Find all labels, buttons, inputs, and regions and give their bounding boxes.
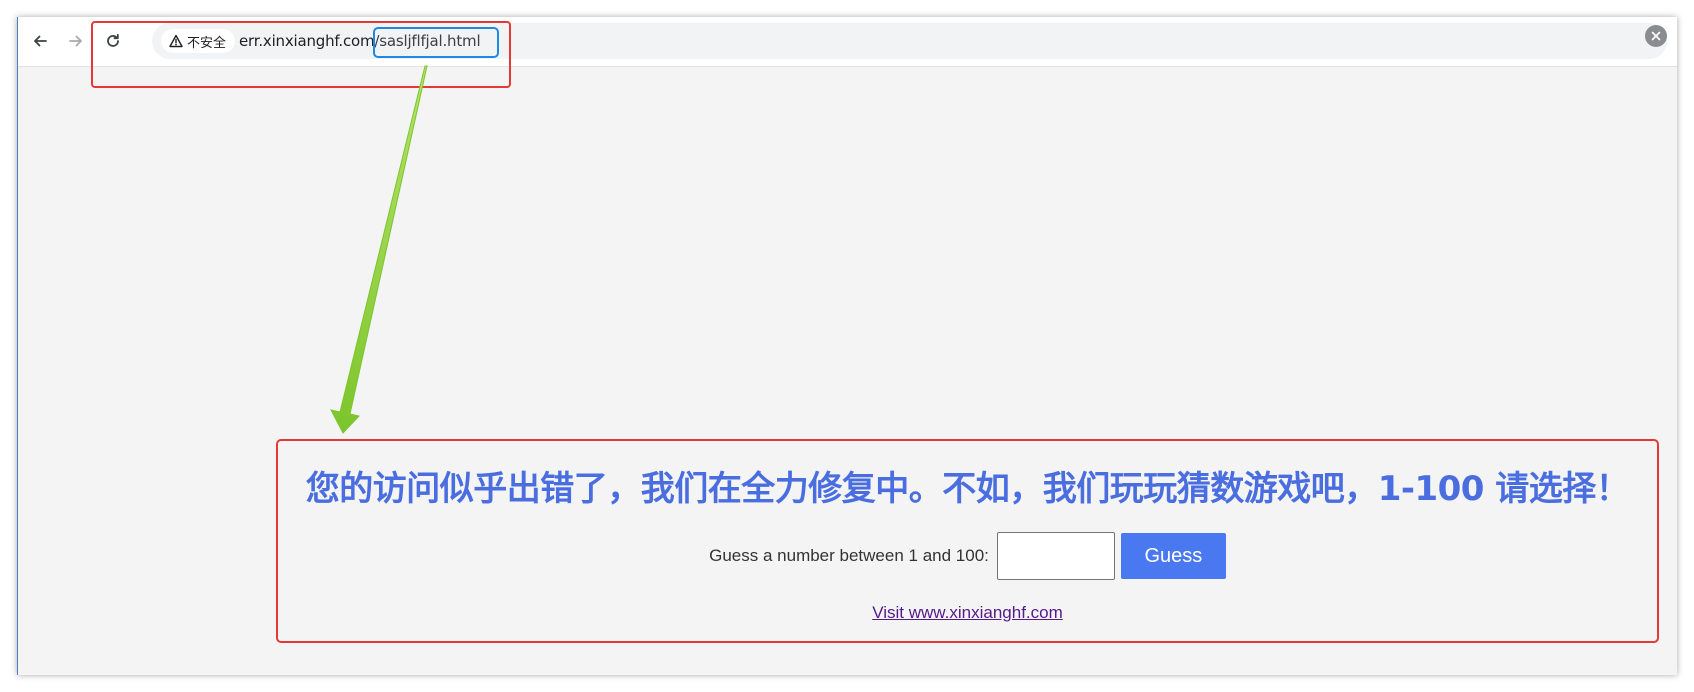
visit-site-link[interactable]: Visit www.xinxianghf.com (872, 603, 1063, 622)
address-bar[interactable]: 不安全 err.xinxianghf.com/sasljflfjal.html (152, 23, 1667, 59)
security-chip[interactable]: 不安全 (161, 29, 236, 53)
close-icon (1651, 31, 1661, 41)
reload-icon (107, 33, 119, 47)
url-text[interactable]: err.xinxianghf.com/sasljflfjal.html (239, 32, 481, 50)
arrow-right-icon (69, 35, 82, 47)
security-chip-label: 不安全 (187, 35, 227, 51)
forward-button[interactable] (62, 27, 90, 55)
browser-toolbar: 不安全 err.xinxianghf.com/sasljflfjal.html (18, 17, 1677, 67)
back-button[interactable] (26, 27, 54, 55)
arrow-left-icon (34, 35, 47, 47)
error-headline: 您的访问似乎出错了，我们在全力修复中。不如，我们玩玩猜数游戏吧，1-100 请选… (305, 469, 1630, 509)
guess-button[interactable]: Guess (1120, 533, 1226, 579)
visit-link-container: Visit www.xinxianghf.com (276, 603, 1659, 623)
guess-input[interactable] (996, 532, 1115, 580)
guess-label: Guess a number between 1 and 100: (709, 546, 989, 565)
clear-url-button[interactable] (1645, 25, 1667, 47)
url-host: err.xinxianghf.com (239, 32, 375, 50)
warning-triangle-icon (169, 34, 183, 48)
guess-form: Guess a number between 1 and 100: Guess (276, 532, 1659, 580)
reload-button[interactable] (99, 27, 127, 55)
url-path: /sasljflfjal.html (374, 32, 481, 50)
